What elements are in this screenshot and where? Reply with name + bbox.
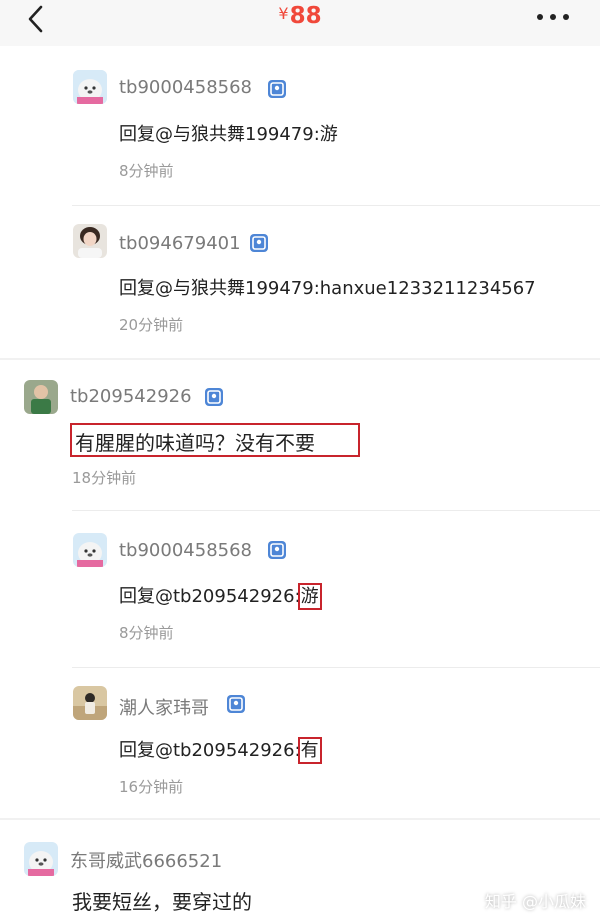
- avatar[interactable]: [24, 380, 58, 414]
- seal-avatar-icon: [24, 842, 58, 876]
- username[interactable]: tb209542926: [70, 386, 192, 407]
- verified-badge-icon: [205, 388, 223, 406]
- username[interactable]: tb9000458568: [119, 77, 252, 98]
- comment-time: 8分钟前: [119, 624, 174, 642]
- verified-badge-icon: [268, 541, 286, 559]
- reply-comment: tb9000458568 回复@与狼共舞199479:游 8分钟前: [0, 46, 600, 206]
- avatar[interactable]: [73, 70, 107, 104]
- price-label: ¥88: [0, 3, 600, 29]
- user-photo-icon: [24, 380, 58, 414]
- top-bar: ¥88: [0, 0, 600, 46]
- seal-avatar-icon: [73, 70, 107, 104]
- reply-comment: tb094679401 回复@与狼共舞199479:hanxue12332112…: [0, 206, 600, 358]
- comment-text: 回复@tb209542926:游: [119, 582, 322, 610]
- avatar[interactable]: [73, 686, 107, 720]
- reply-prefix: 回复@tb209542926:: [119, 740, 301, 761]
- comment-time: 16分钟前: [119, 778, 184, 796]
- more-options-icon[interactable]: [536, 13, 570, 21]
- reply-comment: tb9000458568 回复@tb209542926:游 8分钟前: [0, 511, 600, 667]
- avatar[interactable]: [73, 533, 107, 567]
- highlighted-char: 有: [297, 737, 322, 764]
- user-photo-icon: [73, 224, 107, 258]
- currency-symbol: ¥: [278, 4, 289, 23]
- highlighted-char: 游: [297, 583, 322, 610]
- avatar[interactable]: [24, 842, 58, 876]
- reply-comment: 潮人家玮哥 回复@tb209542926:有 16分钟前: [0, 668, 600, 818]
- username[interactable]: 东哥威武6666521: [70, 847, 222, 873]
- user-photo-icon: [73, 686, 107, 720]
- verified-badge-icon: [227, 695, 245, 713]
- comment-text: 我要短丝，要穿过的: [72, 890, 252, 914]
- seal-avatar-icon: [73, 533, 107, 567]
- comment-time: 20分钟前: [119, 316, 184, 334]
- reply-prefix: 回复@tb209542926:: [119, 586, 301, 607]
- verified-badge-icon: [250, 234, 268, 252]
- comment-text: 回复@与狼共舞199479:hanxue1233211234567: [119, 278, 536, 299]
- comment-text: 回复@与狼共舞199479:游: [119, 124, 338, 145]
- comment-time: 18分钟前: [72, 469, 137, 487]
- comment-text: 回复@tb209542926:有: [119, 736, 322, 764]
- username[interactable]: tb094679401: [119, 233, 241, 254]
- comment-text: 有腥腥的味道吗？没有不要: [75, 431, 315, 455]
- price-value: 88: [289, 3, 322, 29]
- username[interactable]: 潮人家玮哥: [119, 694, 209, 720]
- username[interactable]: tb9000458568: [119, 540, 252, 561]
- watermark: 知乎 @小瓜妹: [484, 892, 586, 911]
- comment-time: 8分钟前: [119, 162, 174, 180]
- avatar[interactable]: [73, 224, 107, 258]
- verified-badge-icon: [268, 80, 286, 98]
- main-comment: tb209542926 有腥腥的味道吗？没有不要 18分钟前: [0, 360, 600, 510]
